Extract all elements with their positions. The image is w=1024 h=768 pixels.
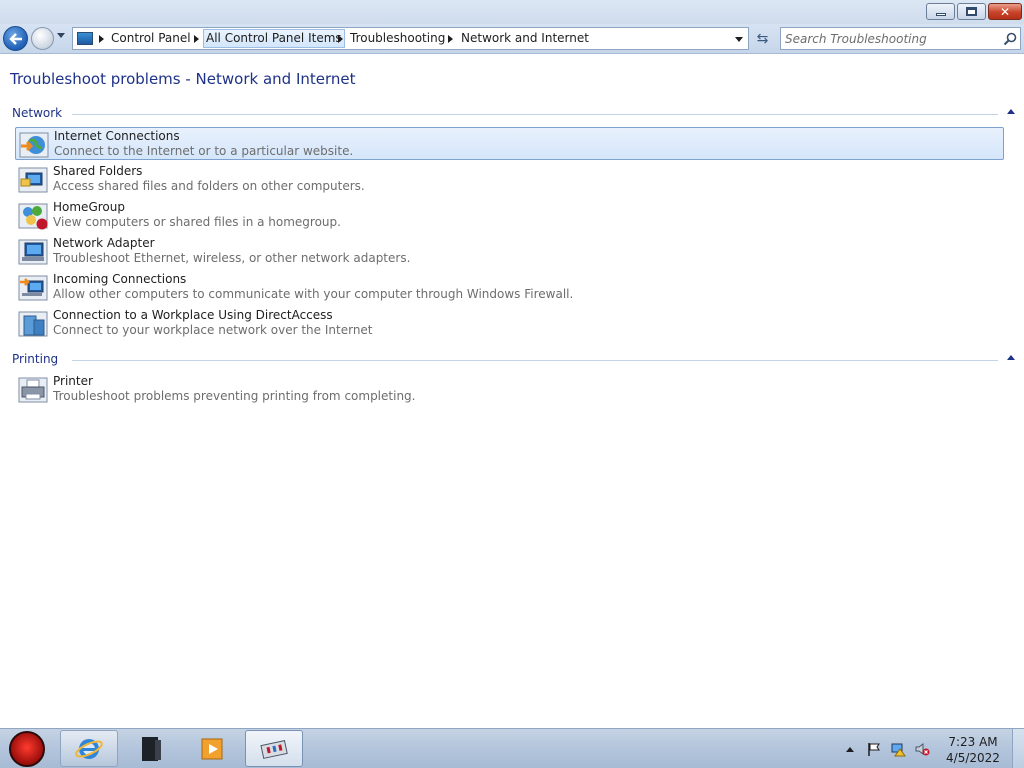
clock-date: 4/5/2022	[946, 751, 1000, 765]
item-description: Connect to your workplace network over t…	[53, 323, 373, 337]
breadcrumb-troubleshooting[interactable]: Troubleshooting	[350, 31, 445, 45]
breadcrumb-network-and-internet[interactable]: Network and Internet	[461, 31, 589, 45]
globe-icon	[19, 132, 49, 158]
breadcrumb-separator-icon[interactable]	[99, 35, 104, 43]
network-adapter-icon	[18, 239, 48, 265]
media-icon	[142, 736, 161, 761]
breadcrumb-separator-icon[interactable]	[448, 35, 453, 43]
breadcrumb-separator-icon[interactable]	[194, 35, 199, 43]
internet-explorer-icon	[75, 738, 103, 759]
search-box[interactable]	[780, 27, 1021, 50]
refresh-icon: ⇆	[756, 30, 769, 47]
item-title: Internet Connections	[54, 129, 180, 143]
minimize-icon	[935, 13, 946, 16]
section-header-printing: Printing	[12, 352, 1017, 368]
taskbar: 7:23 AM 4/5/2022	[0, 728, 1024, 768]
title-bar: ✕	[0, 0, 1024, 24]
forward-button[interactable]	[31, 27, 54, 50]
clock-time: 7:23 AM	[948, 735, 998, 749]
media-player-icon	[201, 738, 223, 759]
show-desktop-button[interactable]	[1012, 729, 1024, 768]
start-button[interactable]	[5, 731, 49, 767]
restore-icon	[966, 7, 977, 16]
address-bar[interactable]: Control Panel All Control Panel Items Tr…	[72, 27, 749, 50]
section-divider	[72, 114, 998, 115]
item-description: Access shared files and folders on other…	[53, 179, 365, 193]
breadcrumb-all-control-panel-items[interactable]: All Control Panel Items	[203, 29, 345, 48]
taskbar-media-player[interactable]	[184, 730, 242, 767]
troubleshooter-internet-connections[interactable]: Internet Connections Connect to the Inte…	[15, 127, 1004, 160]
troubleshooter-printer[interactable]: Printer Troubleshoot problems preventing…	[15, 373, 1004, 406]
incoming-connections-icon	[18, 275, 48, 301]
homegroup-icon	[18, 203, 48, 230]
shared-folders-icon	[18, 167, 48, 193]
breadcrumb-control-panel[interactable]: Control Panel	[111, 31, 191, 45]
printer-icon	[18, 377, 48, 403]
network-warning-icon[interactable]	[890, 741, 906, 757]
item-description: Troubleshoot problems preventing printin…	[53, 389, 416, 403]
item-title: Incoming Connections	[53, 272, 187, 286]
troubleshooter-shared-folders[interactable]: Shared Folders Access shared files and f…	[15, 163, 1004, 196]
system-clock[interactable]: 7:23 AM 4/5/2022	[938, 734, 1008, 766]
back-arrow-icon	[8, 32, 22, 45]
section-header-network: Network	[12, 106, 1017, 122]
collapse-icon[interactable]	[1007, 109, 1015, 114]
refresh-button[interactable]: ⇆	[751, 27, 774, 50]
breadcrumb-separator-icon[interactable]	[338, 35, 343, 43]
taskbar-control-panel[interactable]	[245, 730, 303, 767]
item-title: Network Adapter	[53, 236, 155, 250]
item-title: HomeGroup	[53, 200, 125, 214]
back-button[interactable]	[3, 26, 28, 51]
volume-muted-icon[interactable]	[914, 741, 930, 757]
troubleshooter-homegroup[interactable]: HomeGroup View computers or shared files…	[15, 199, 1004, 232]
item-title: Connection to a Workplace Using DirectAc…	[53, 308, 333, 322]
page-title: Troubleshoot problems - Network and Inte…	[10, 70, 356, 88]
search-icon[interactable]	[1003, 32, 1017, 46]
control-panel-icon	[260, 739, 288, 759]
taskbar-media-app[interactable]	[122, 730, 180, 767]
action-center-flag-icon[interactable]	[866, 741, 882, 757]
section-label: Printing	[12, 352, 63, 366]
minimize-button[interactable]	[926, 3, 955, 20]
show-hidden-icons-button[interactable]	[846, 747, 854, 752]
maximize-button[interactable]	[957, 3, 986, 20]
section-divider	[72, 360, 998, 361]
troubleshooter-incoming-connections[interactable]: Incoming Connections Allow other compute…	[15, 271, 1004, 304]
address-history-dropdown[interactable]	[735, 37, 743, 42]
troubleshooter-network-adapter[interactable]: Network Adapter Troubleshoot Ethernet, w…	[15, 235, 1004, 268]
close-icon: ✕	[999, 4, 1011, 19]
recent-pages-dropdown[interactable]	[57, 33, 65, 38]
notification-area: 7:23 AM 4/5/2022	[838, 729, 1024, 768]
control-panel-icon	[77, 32, 93, 45]
start-orb-icon	[9, 731, 45, 767]
item-title: Printer	[53, 374, 93, 388]
directaccess-icon	[18, 311, 48, 337]
item-title: Shared Folders	[53, 164, 143, 178]
taskbar-internet-explorer[interactable]	[60, 730, 118, 767]
search-input[interactable]	[785, 31, 995, 47]
item-description: View computers or shared files in a home…	[53, 215, 341, 229]
item-description: Troubleshoot Ethernet, wireless, or othe…	[53, 251, 411, 265]
section-label: Network	[12, 106, 67, 120]
close-button[interactable]: ✕	[988, 3, 1022, 20]
troubleshooter-directaccess[interactable]: Connection to a Workplace Using DirectAc…	[15, 307, 1004, 340]
navigation-bar: Control Panel All Control Panel Items Tr…	[0, 24, 1024, 54]
item-description: Connect to the Internet or to a particul…	[54, 144, 354, 158]
item-description: Allow other computers to communicate wit…	[53, 287, 574, 301]
collapse-icon[interactable]	[1007, 355, 1015, 360]
